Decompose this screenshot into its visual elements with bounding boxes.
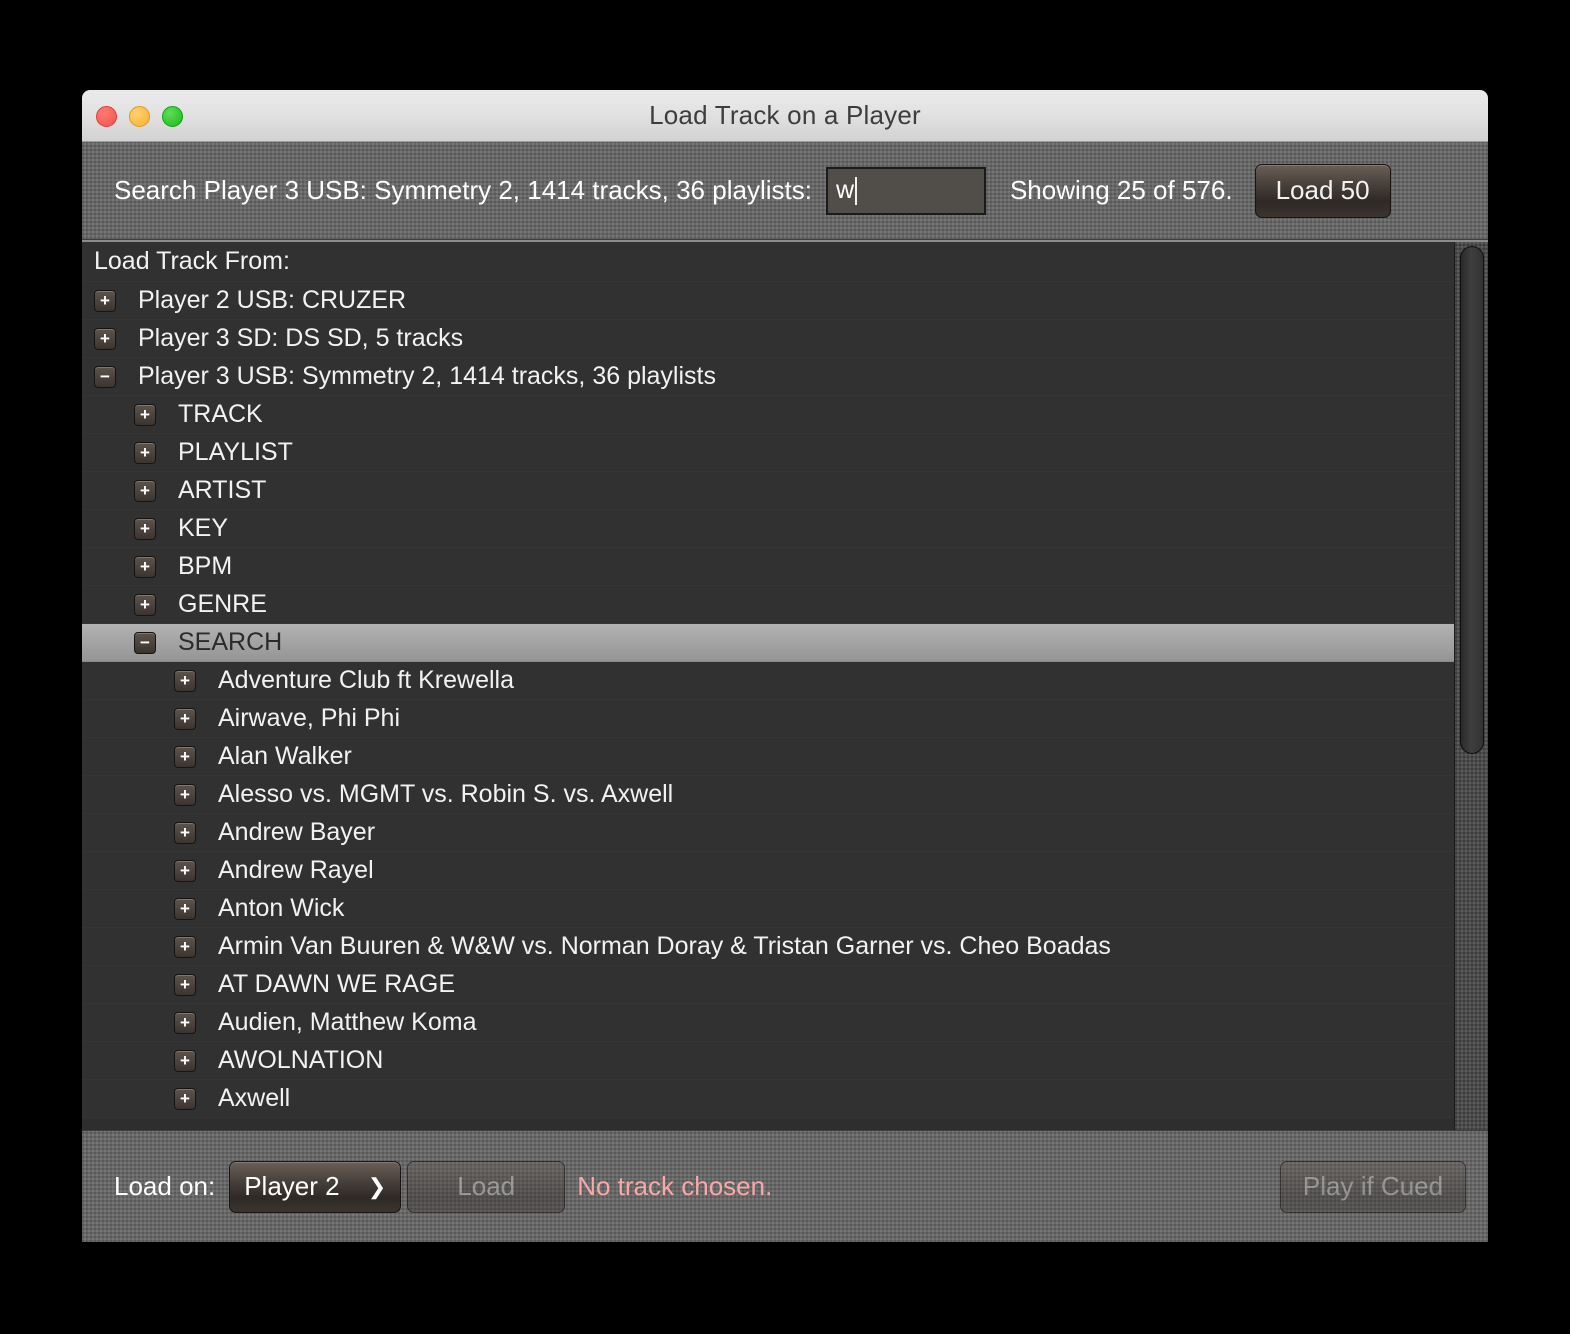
window-titlebar: Load Track on a Player	[82, 90, 1488, 142]
tree-row[interactable]: − SEARCH	[82, 624, 1454, 662]
showing-count-label: Showing 25 of 576.	[1009, 175, 1233, 205]
tree-row-label: TRACK	[178, 400, 263, 428]
text-caret	[855, 176, 857, 205]
minimize-button-icon[interactable]	[129, 105, 150, 127]
tree-row[interactable]: + Airwave, Phi Phi	[82, 700, 1454, 738]
expand-icon[interactable]: +	[174, 1011, 196, 1034]
expand-icon[interactable]: +	[134, 555, 156, 578]
tree-row-label: Andrew Bayer	[218, 818, 376, 846]
search-label: Search Player 3 USB: Symmetry 2, 1414 tr…	[114, 175, 812, 205]
scrollbar-thumb[interactable]	[1460, 246, 1484, 754]
tree-header-label: Load Track From:	[94, 247, 290, 275]
tree-row[interactable]: − Player 3 USB: Symmetry 2, 1414 tracks, …	[82, 358, 1454, 396]
expand-icon[interactable]: +	[174, 783, 196, 806]
source-tree-list[interactable]: Load Track From: + Player 2 USB: CRUZER + Pl…	[82, 242, 1454, 1130]
vertical-scrollbar[interactable]	[1454, 242, 1488, 1130]
tree-row[interactable]: + Armin Van Buuren & W&W vs. Norman Doray…	[82, 928, 1454, 966]
traffic-light-group	[96, 90, 183, 142]
tree-row-label: Alan Walker	[218, 742, 352, 770]
tree-row-label: GENRE	[178, 590, 267, 618]
tree-row-label: SEARCH	[178, 628, 283, 656]
source-tree-panel: Load Track From: + Player 2 USB: CRUZER + Pl…	[82, 240, 1488, 1130]
search-input[interactable]: w	[825, 166, 986, 215]
player-select-dropdown[interactable]: Player 2 ❯	[229, 1160, 402, 1213]
collapse-icon[interactable]: −	[94, 365, 116, 388]
expand-icon[interactable]: +	[174, 897, 196, 920]
tree-row-label: Alesso vs. MGMT vs. Robin S. vs. Axwell	[218, 780, 674, 808]
expand-icon[interactable]: +	[134, 441, 156, 464]
expand-icon[interactable]: +	[174, 707, 196, 730]
tree-row[interactable]: + Andrew Bayer	[82, 814, 1454, 852]
window-title: Load Track on a Player	[649, 100, 921, 130]
tree-row-label: Andrew Rayel	[218, 856, 374, 884]
tree-row[interactable]: + KEY	[82, 510, 1454, 548]
expand-icon[interactable]: +	[174, 821, 196, 844]
expand-icon[interactable]: +	[134, 479, 156, 502]
tree-row[interactable]: + Player 2 USB: CRUZER	[82, 282, 1454, 320]
tree-row-label: ARTIST	[178, 476, 267, 504]
tree-row-label: Player 3 USB: Symmetry 2, 1414 tracks, 3…	[138, 362, 716, 390]
expand-icon[interactable]: +	[174, 745, 196, 768]
play-if-cued-button[interactable]: Play if Cued	[1280, 1160, 1466, 1213]
tree-row[interactable]: + Axwell	[82, 1080, 1454, 1118]
tree-row-label: PLAYLIST	[178, 438, 293, 466]
tree-header: Load Track From:	[82, 242, 1454, 282]
tree-row[interactable]: + PLAYLIST	[82, 434, 1454, 472]
expand-icon[interactable]: +	[94, 327, 116, 350]
tree-row-label: Axwell	[218, 1084, 291, 1112]
expand-icon[interactable]: +	[134, 517, 156, 540]
tree-row[interactable]: + ARTIST	[82, 472, 1454, 510]
tree-row[interactable]: + Alan Walker	[82, 738, 1454, 776]
tree-row-label: Player 2 USB: CRUZER	[138, 286, 407, 314]
tree-row-label: Audien, Matthew Koma	[218, 1008, 477, 1036]
search-input-value: w	[835, 176, 854, 204]
tree-row-label: Airwave, Phi Phi	[218, 704, 401, 732]
tree-row[interactable]: + Alesso vs. MGMT vs. Robin S. vs. Axwell	[82, 776, 1454, 814]
zoom-button-icon[interactable]	[162, 105, 183, 127]
load-track-window: Load Track on a Player Search Player 3 U…	[82, 90, 1488, 1242]
tree-row-label: Player 3 SD: DS SD, 5 tracks	[138, 324, 464, 352]
expand-icon[interactable]: +	[94, 289, 116, 312]
tree-row[interactable]: + Andrew Rayel	[82, 852, 1454, 890]
tree-row[interactable]: + Audien, Matthew Koma	[82, 1004, 1454, 1042]
expand-icon[interactable]: +	[174, 935, 196, 958]
tree-row-label: KEY	[178, 514, 229, 542]
tree-row-label: AWOLNATION	[218, 1046, 384, 1074]
expand-icon[interactable]: +	[174, 1049, 196, 1072]
tree-row[interactable]: + Anton Wick	[82, 890, 1454, 928]
close-button-icon[interactable]	[96, 105, 117, 127]
expand-icon[interactable]: +	[174, 859, 196, 882]
load-50-button[interactable]: Load 50	[1254, 163, 1391, 218]
tree-row-label: BPM	[178, 552, 233, 580]
expand-icon[interactable]: +	[174, 1087, 196, 1110]
chevron-down-icon: ❯	[367, 1173, 387, 1199]
expand-icon[interactable]: +	[134, 593, 156, 616]
tree-row-label: Anton Wick	[218, 894, 345, 922]
tree-row[interactable]: + GENRE	[82, 586, 1454, 624]
tree-row[interactable]: + BPM	[82, 548, 1454, 586]
load-on-label: Load on:	[114, 1171, 216, 1201]
tree-row[interactable]: + AWOLNATION	[82, 1042, 1454, 1080]
tree-row[interactable]: + AT DAWN WE RAGE	[82, 966, 1454, 1004]
expand-icon[interactable]: +	[174, 669, 196, 692]
tree-row-label: AT DAWN WE RAGE	[218, 970, 456, 998]
search-toolbar: Search Player 3 USB: Symmetry 2, 1414 tr…	[82, 142, 1488, 240]
expand-icon[interactable]: +	[134, 403, 156, 426]
expand-icon[interactable]: +	[174, 973, 196, 996]
tree-row[interactable]: + Adventure Club ft Krewella	[82, 662, 1454, 700]
collapse-icon[interactable]: −	[134, 631, 156, 654]
tree-row[interactable]: + TRACK	[82, 396, 1454, 434]
tree-row-label: Armin Van Buuren & W&W vs. Norman Doray …	[218, 932, 1111, 960]
load-button[interactable]: Load	[407, 1160, 566, 1213]
status-message: No track chosen.	[577, 1171, 773, 1201]
tree-row[interactable]: + Player 3 SD: DS SD, 5 tracks	[82, 320, 1454, 358]
bottom-action-bar: Load on: Player 2 ❯ Load No track chosen…	[82, 1130, 1488, 1242]
tree-row-label: Adventure Club ft Krewella	[218, 666, 514, 694]
player-select-value: Player 2	[244, 1171, 340, 1201]
